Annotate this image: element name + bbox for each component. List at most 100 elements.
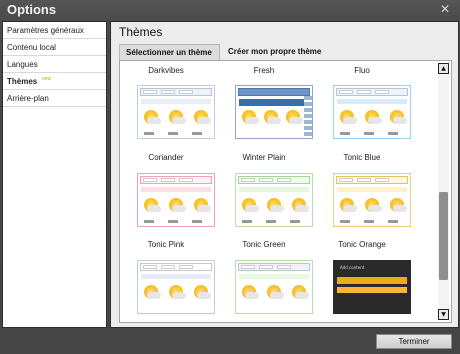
sun-icon (292, 285, 309, 299)
preview-weather (144, 198, 211, 220)
preview-weather (144, 110, 211, 132)
finish-button[interactable]: Terminer (376, 334, 452, 349)
preview-toolbar (140, 88, 212, 96)
scroll-up-button[interactable]: ▲ (438, 63, 449, 74)
themes-panel: Thèmes Sélectionner un thème Créer mon p… (110, 21, 459, 328)
preview-weather (242, 110, 303, 132)
sun-icon (286, 110, 303, 124)
preview-text (340, 220, 404, 223)
theme-preview-tonic-green[interactable] (235, 260, 313, 314)
sun-icon (169, 110, 186, 124)
preview-add-content: Add content (340, 265, 365, 270)
theme-preview-coriander[interactable] (137, 173, 215, 227)
sidebar: Paramètres généraux Contenu local Langue… (2, 21, 107, 328)
theme-preview-tonic-pink[interactable] (137, 260, 215, 314)
scroll-down-button[interactable]: ▼ (438, 309, 449, 320)
options-window: Options ✕ Paramètres généraux Contenu lo… (0, 0, 460, 354)
preview-weather (242, 198, 309, 220)
theme-label-fresh: Fresh (253, 66, 275, 75)
theme-preview-darkvibes[interactable] (137, 85, 215, 139)
theme-label-tonic-green: Tonic Green (242, 240, 286, 249)
sun-icon (267, 198, 284, 212)
preview-text (144, 132, 208, 135)
window-title: Options (7, 2, 57, 17)
preview-toolbar (238, 263, 310, 271)
sun-icon (194, 110, 211, 124)
sidebar-item-label: Paramètres généraux (7, 26, 84, 35)
sun-icon (340, 198, 357, 212)
preview-location-bar (141, 187, 211, 192)
preview-toolbar (336, 176, 408, 184)
sun-icon (194, 285, 211, 299)
preview-location-bar (337, 99, 407, 104)
sidebar-item-themes[interactable]: Thèmes new (3, 73, 106, 90)
gallery-scrollbar[interactable]: ▲ ▼ (438, 63, 449, 320)
sun-icon (264, 110, 281, 124)
preview-header-bar (337, 287, 407, 293)
preview-weather (144, 285, 211, 307)
preview-location-bar (239, 187, 309, 192)
preview-text (144, 220, 208, 223)
preview-location-bar (337, 277, 407, 284)
title-bar: Options ✕ (0, 0, 460, 20)
sun-icon (169, 285, 186, 299)
sun-icon (242, 285, 259, 299)
sun-icon (365, 110, 382, 124)
sidebar-item-label: Langues (7, 60, 38, 69)
theme-preview-tonic-orange[interactable]: Add content (333, 260, 411, 314)
theme-gallery: Darkvibes Fresh Fluo Coriander Winter Pl… (119, 60, 452, 323)
preview-toolbar (140, 176, 212, 184)
preview-location-bar (337, 187, 407, 192)
preview-text (242, 220, 306, 223)
sidebar-item-background[interactable]: Arrière-plan (3, 90, 106, 107)
sun-icon (169, 198, 186, 212)
preview-text (340, 132, 404, 135)
theme-label-tonic-orange: Tonic Orange (338, 240, 386, 249)
theme-label-winter-plain: Winter Plain (242, 153, 286, 162)
preview-toolbar (238, 88, 310, 96)
sun-icon (144, 110, 161, 124)
preview-toolbar (238, 176, 310, 184)
preview-sidebar (304, 96, 312, 138)
sun-icon (390, 198, 407, 212)
sun-icon (194, 198, 211, 212)
preview-location-bar (239, 274, 309, 279)
preview-toolbar (140, 263, 212, 271)
sidebar-item-label: Contenu local (7, 43, 56, 52)
sun-icon (144, 198, 161, 212)
scroll-thumb[interactable] (439, 192, 448, 280)
theme-label-tonic-pink: Tonic Pink (147, 240, 185, 249)
theme-label-coriander: Coriander (148, 153, 184, 162)
sidebar-item-general-settings[interactable]: Paramètres généraux (3, 22, 106, 39)
sun-icon (242, 198, 259, 212)
preview-toolbar (336, 88, 408, 96)
preview-location-bar (239, 99, 309, 106)
sidebar-item-local-content[interactable]: Contenu local (3, 39, 106, 56)
sidebar-item-label: Arrière-plan (7, 94, 49, 103)
preview-location-bar (141, 274, 211, 279)
sun-icon (267, 285, 284, 299)
tab-select-theme[interactable]: Sélectionner un thème (119, 44, 220, 60)
theme-preview-fresh[interactable] (235, 85, 313, 139)
sidebar-item-label: Thèmes (7, 77, 38, 86)
theme-preview-tonic-blue[interactable] (333, 173, 411, 227)
sun-icon (292, 198, 309, 212)
sun-icon (340, 110, 357, 124)
sun-icon (390, 110, 407, 124)
sun-icon (365, 198, 382, 212)
theme-label-fluo: Fluo (354, 66, 370, 75)
theme-preview-fluo[interactable] (333, 85, 411, 139)
preview-weather (340, 110, 407, 132)
sun-icon (144, 285, 161, 299)
theme-label-tonic-blue: Tonic Blue (343, 153, 381, 162)
theme-label-darkvibes: Darkvibes (148, 66, 184, 75)
close-icon[interactable]: ✕ (439, 3, 451, 15)
sidebar-item-languages[interactable]: Langues (3, 56, 106, 73)
new-badge: new (42, 76, 52, 82)
preview-weather (340, 198, 407, 220)
tab-create-theme[interactable]: Créer mon propre thème (222, 44, 328, 60)
theme-preview-winter-plain[interactable] (235, 173, 313, 227)
sun-icon (242, 110, 259, 124)
page-title: Thèmes (119, 25, 163, 39)
preview-location-bar (141, 99, 211, 104)
